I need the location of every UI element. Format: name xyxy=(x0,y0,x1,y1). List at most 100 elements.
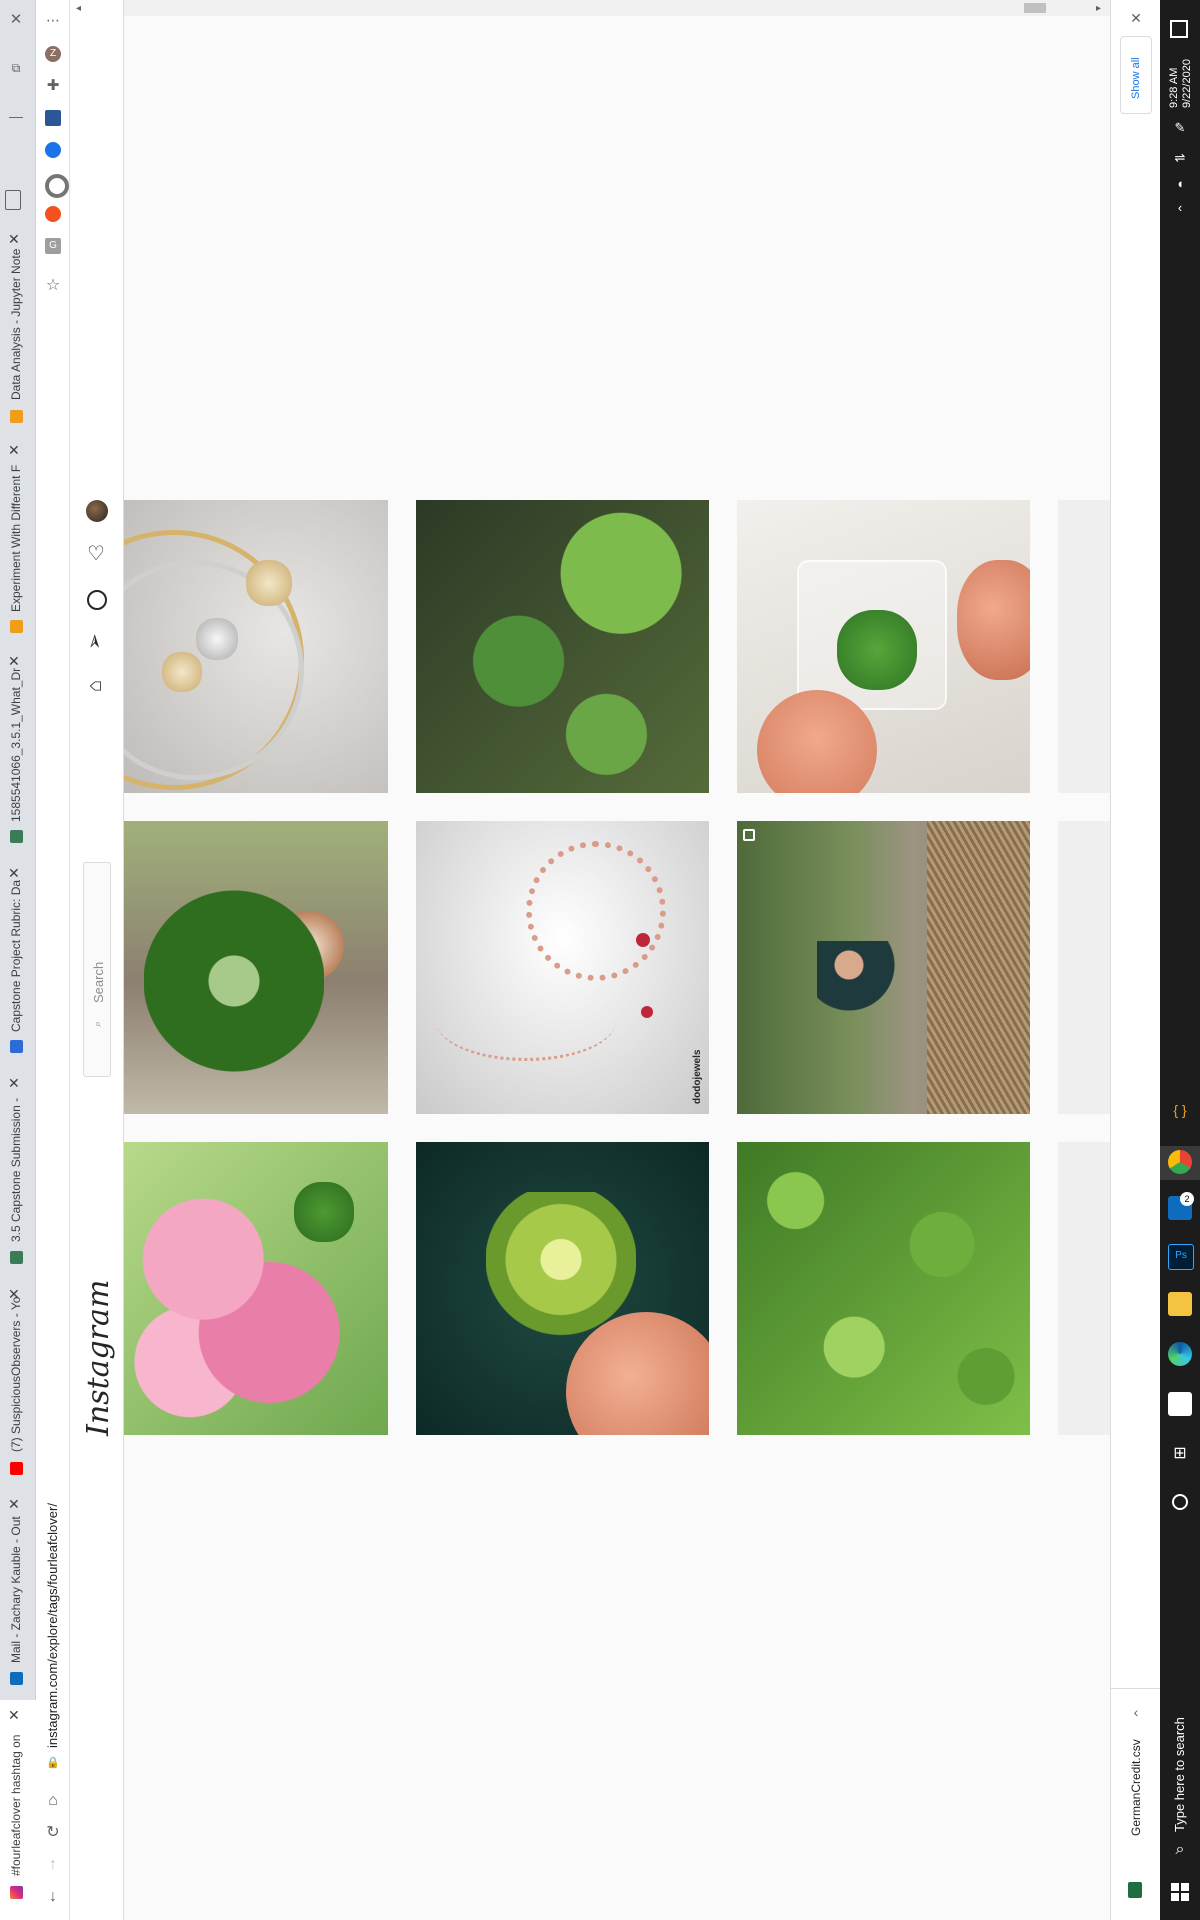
tab-search-icon[interactable] xyxy=(5,190,21,210)
scroll-left-icon[interactable]: ◂ xyxy=(76,3,81,14)
chrome-app-icon[interactable] xyxy=(1168,1150,1192,1174)
home-icon[interactable]: ⌂ xyxy=(45,1793,61,1809)
network-icon[interactable]: ⇌ xyxy=(1172,150,1188,166)
tab-close-icon[interactable]: ✕ xyxy=(8,443,20,457)
active-tab[interactable]: ✕ #fourleafclover hashtag on xyxy=(0,1700,36,1920)
tab-favicon-icon xyxy=(10,830,23,843)
ruby xyxy=(636,933,650,947)
photoshop-app-icon[interactable]: Ps xyxy=(1168,1244,1194,1270)
person xyxy=(817,941,897,1021)
mail-badge: 2 xyxy=(1180,1192,1194,1206)
blue-extension-icon[interactable] xyxy=(45,142,61,158)
address-bar[interactable]: instagram.com/explore/tags/fourleafclove… xyxy=(45,1503,60,1748)
brackets-app-icon[interactable]: { } xyxy=(1168,1098,1192,1122)
tab-title[interactable]: 3.5 Capstone Submission - xyxy=(9,1098,23,1242)
reload-icon[interactable]: ↻ xyxy=(45,1825,61,1841)
tab-close-icon[interactable]: ✕ xyxy=(8,1708,20,1722)
outlook-app-icon[interactable]: 2 xyxy=(1168,1192,1194,1220)
g-extension-icon[interactable]: G xyxy=(45,238,61,254)
instagram-header: ♡ ➢ ⌂ Search ⌕ Instagram xyxy=(71,0,124,1920)
tab-title[interactable]: Experiment With Different F xyxy=(9,465,23,612)
post-thumbnail[interactable] xyxy=(737,500,1030,793)
office-app-icon[interactable] xyxy=(1168,1392,1192,1416)
clock[interactable]: 9:28 AM 9/22/2020 xyxy=(1168,59,1194,108)
file-explorer-icon[interactable] xyxy=(1168,1292,1192,1316)
profile-avatar[interactable]: Z xyxy=(45,46,61,62)
cortana-icon[interactable] xyxy=(1172,1494,1188,1510)
tab-title[interactable]: Data Analysis - Jupyter Note xyxy=(9,249,23,400)
scrollbar-thumb[interactable] xyxy=(1024,3,1046,13)
search-input[interactable]: Search ⌕ xyxy=(83,862,111,1077)
post-thumbnail[interactable] xyxy=(416,1142,709,1435)
tray-expand-icon[interactable]: ‹ xyxy=(1172,200,1188,216)
home-icon[interactable]: ⌂ xyxy=(84,678,106,694)
clover-charm xyxy=(196,618,238,660)
orange-extension-icon[interactable] xyxy=(45,206,61,222)
four-leaf-clover xyxy=(837,610,917,690)
clover-charm xyxy=(246,560,292,606)
clover-charm xyxy=(162,652,202,692)
chart-extension-icon[interactable] xyxy=(45,110,61,126)
tab-close-icon[interactable]: ✕ xyxy=(8,1497,20,1511)
ruby xyxy=(641,1006,653,1018)
windows-taskbar: 9:28 AM 9/22/2020 ✎ ⇌ ◖ ‹ { } 2 Ps ⊞ Typ… xyxy=(1160,0,1200,1920)
show-all-button[interactable]: Show all xyxy=(1120,36,1152,114)
tab-title[interactable]: 1585541066_3.5.1_What_Dr xyxy=(9,668,23,822)
tab-close-icon[interactable]: ✕ xyxy=(8,654,20,668)
lock-icon[interactable]: 🔒 xyxy=(45,1755,61,1771)
direct-message-icon[interactable]: ➢ xyxy=(84,633,106,650)
divider xyxy=(1111,1688,1161,1689)
tab-close-icon[interactable]: ✕ xyxy=(8,866,20,880)
tab-title[interactable]: Capstone Project Rubric: Da xyxy=(9,880,23,1032)
taskbar-search[interactable]: Type here to search xyxy=(1172,1717,1187,1832)
download-options-icon[interactable]: ‹ xyxy=(1128,1704,1144,1720)
task-view-icon[interactable]: ⊞ xyxy=(1172,1446,1188,1462)
time: 9:28 AM xyxy=(1168,67,1180,108)
back-icon[interactable]: ↓ xyxy=(45,1889,61,1905)
volume-icon[interactable]: ◖ xyxy=(1172,176,1188,192)
tab-title[interactable]: Mail - Zachary Kauble - Out xyxy=(9,1516,23,1663)
instagram-logo[interactable]: Instagram xyxy=(81,1280,116,1436)
post-thumbnail[interactable] xyxy=(737,821,1030,1114)
activity-heart-icon[interactable]: ♡ xyxy=(87,544,105,564)
post-thumbnail[interactable] xyxy=(124,821,388,1114)
tab-close-icon[interactable]: ✕ xyxy=(8,1076,20,1090)
csv-file-icon xyxy=(1128,1882,1142,1898)
post-thumbnail[interactable] xyxy=(737,1142,1030,1435)
edge-app-icon[interactable] xyxy=(1168,1342,1192,1366)
tab-close-icon[interactable]: ✕ xyxy=(8,232,20,246)
post-placeholder xyxy=(1058,821,1110,1114)
search-icon[interactable]: ⌕ xyxy=(1172,1842,1188,1858)
close-downloads-icon[interactable]: ✕ xyxy=(1128,10,1144,26)
window-minimize-icon[interactable]: — xyxy=(8,108,24,124)
search-placeholder: Search xyxy=(91,961,106,1003)
downloads-bar: ✕ Show all ‹ GermanCredit.csv xyxy=(1110,0,1161,1920)
bracelet xyxy=(526,841,666,981)
bookmark-star-icon[interactable]: ☆ xyxy=(45,278,61,294)
four-leaf-clover xyxy=(144,881,324,1081)
gray-extension-icon[interactable] xyxy=(45,174,69,198)
tab-favicon-icon xyxy=(10,410,23,423)
download-file-name[interactable]: GermanCredit.csv xyxy=(1129,1739,1143,1836)
tab-title[interactable]: (7) SuspiciousObservers - Yo xyxy=(9,1297,23,1452)
horizontal-scrollbar[interactable]: ◂ ▸ xyxy=(76,0,1110,16)
window-restore-icon[interactable]: ⧉ xyxy=(8,60,24,76)
post-thumbnail[interactable] xyxy=(124,1142,388,1435)
scroll-right-icon[interactable]: ▸ xyxy=(1096,3,1101,14)
post-placeholder xyxy=(1058,1142,1110,1435)
multiple-photos-icon xyxy=(743,829,755,841)
pen-icon[interactable]: ✎ xyxy=(1172,120,1188,136)
post-thumbnail[interactable]: dodojewels xyxy=(416,821,709,1114)
post-thumbnail[interactable] xyxy=(416,500,709,793)
four-leaf-clover xyxy=(294,1182,354,1242)
menu-icon[interactable]: ⋯ xyxy=(45,12,61,28)
tab-favicon-icon xyxy=(10,620,23,633)
post-thumbnail[interactable] xyxy=(124,500,388,793)
explore-compass-icon[interactable] xyxy=(87,590,107,610)
profile-avatar[interactable] xyxy=(86,500,108,522)
dry-grass xyxy=(927,821,1030,1114)
windows-start-icon[interactable] xyxy=(1171,1883,1189,1901)
notification-icon[interactable] xyxy=(1170,20,1188,38)
window-close-icon[interactable]: ✕ xyxy=(8,12,24,28)
puzzle-extension-icon[interactable]: ✚ xyxy=(45,78,61,94)
